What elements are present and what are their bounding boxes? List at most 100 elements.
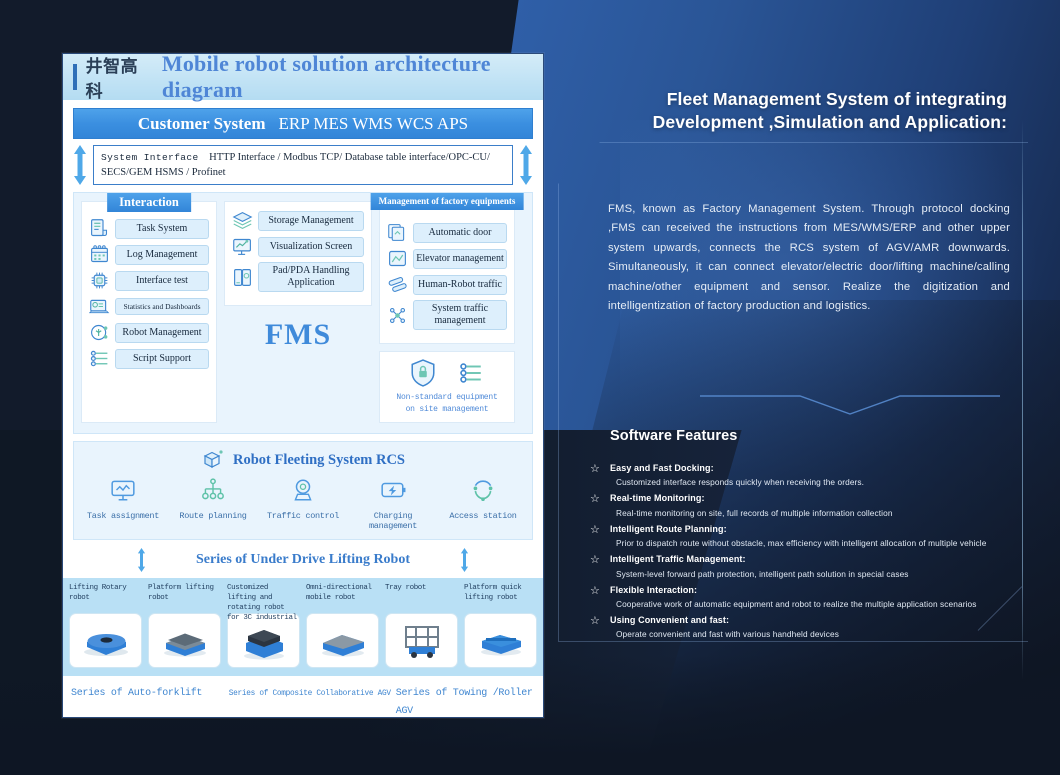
battery-charge-icon bbox=[381, 483, 406, 498]
feature-item: ☆ Easy and Fast Docking: Customized inte… bbox=[590, 462, 1050, 488]
customized-lifting-rotating-robot-photo bbox=[227, 613, 300, 669]
factory-item-automatic-door[interactable]: Automatic door bbox=[387, 222, 507, 243]
system-interface-box: System Interface HTTP Interface / Modbus… bbox=[93, 145, 513, 186]
nonstandard-equipment-box[interactable]: Non-standard equipment on site managemen… bbox=[379, 351, 515, 424]
factory-equipment-panel: Management of factory equipments Automat… bbox=[370, 193, 524, 345]
brand-name-cn: 井智高科 bbox=[85, 57, 139, 102]
interaction-label: Statistics and Dashboards bbox=[115, 298, 209, 316]
traffic-signal-icon bbox=[294, 479, 312, 501]
header-accent-bar bbox=[73, 64, 77, 90]
star-icon: ☆ bbox=[590, 523, 600, 536]
system-interface-row: System Interface HTTP Interface / Modbus… bbox=[73, 145, 533, 186]
document-icon bbox=[91, 219, 108, 237]
product-card[interactable]: Tray robot bbox=[385, 584, 458, 669]
factory-label: Human-Robot traffic bbox=[413, 274, 507, 295]
middle-label: Visualization Screen bbox=[258, 236, 364, 257]
screen-chart-icon bbox=[233, 239, 251, 256]
product-card[interactable]: Customized lifting and rotating robot fo… bbox=[227, 584, 300, 669]
rcs-title-row: Robot Fleeting System RCS bbox=[78, 448, 528, 472]
product-card[interactable]: Platform lifting robot bbox=[148, 584, 221, 669]
middle-label: Storage Management bbox=[258, 210, 364, 231]
factory-label: System traffic management bbox=[413, 300, 507, 331]
middle-item-pad-pda-handling[interactable]: Pad/PDA Handling Application bbox=[232, 262, 364, 293]
series-label: Series of Auto-forklift bbox=[71, 688, 203, 700]
feature-item: ☆ Intelligent Traffic Management: System… bbox=[590, 553, 1050, 579]
feature-heading: Flexible Interaction: bbox=[610, 584, 698, 595]
rcs-items: Task assignment Route planning Traffic c… bbox=[78, 477, 528, 531]
factory-item-elevator-management[interactable]: Elevator management bbox=[387, 248, 507, 269]
middle-item-visualization-screen[interactable]: Visualization Screen bbox=[232, 236, 364, 257]
product-caption: Lifting Rotary robot bbox=[69, 584, 127, 603]
double-arrow-left-icon bbox=[73, 145, 87, 186]
interaction-item-log-management[interactable]: Log Management bbox=[89, 244, 209, 265]
interaction-item-script-support[interactable]: Script Support bbox=[89, 348, 209, 369]
interaction-item-task-system[interactable]: Task System bbox=[89, 218, 209, 239]
product-card[interactable]: Lifting Rotary robot bbox=[69, 584, 142, 669]
interaction-label: Interface test bbox=[115, 270, 209, 291]
feature-item: ☆ Real-time Monitoring: Real-time monito… bbox=[590, 492, 1050, 518]
star-icon: ☆ bbox=[590, 493, 600, 506]
feature-heading: Using Convenient and fast: bbox=[610, 615, 730, 626]
station-ring-icon bbox=[473, 480, 493, 502]
factory-item-human-robot-traffic[interactable]: Human-Robot traffic bbox=[387, 274, 507, 295]
feature-description: Operate convenient and fast with various… bbox=[616, 629, 839, 640]
interaction-panel: Interaction Task System Log Management I… bbox=[81, 193, 217, 424]
platform-lifting-robot-photo bbox=[148, 613, 221, 669]
rcs-item-route-planning[interactable]: Route planning bbox=[168, 477, 258, 531]
interaction-item-interface-test[interactable]: Interface test bbox=[89, 270, 209, 291]
feature-description: System-level forward path protection, in… bbox=[616, 568, 909, 579]
middle-panel: Storage Management Visualization Screen … bbox=[224, 201, 372, 307]
cubes-icon bbox=[203, 450, 223, 469]
rcs-label: Access station bbox=[449, 511, 517, 522]
rcs-item-task-assignment[interactable]: Task assignment bbox=[78, 477, 168, 531]
sliders-icon bbox=[460, 363, 481, 384]
monitor-wave-icon bbox=[111, 481, 135, 501]
middle-item-storage-management[interactable]: Storage Management bbox=[232, 210, 364, 231]
rcs-item-traffic-control[interactable]: Traffic control bbox=[258, 477, 348, 531]
star-icon: ☆ bbox=[590, 584, 600, 597]
nonstandard-line1: Non-standard equipment bbox=[396, 393, 498, 403]
rcs-label: Traffic control bbox=[266, 511, 339, 522]
hierarchy-icon bbox=[202, 478, 224, 500]
customer-system-bar: Customer System ERP MES WMS WCS APS bbox=[73, 108, 533, 139]
layers-icon bbox=[232, 212, 253, 230]
rcs-item-charging-management[interactable]: Charging management bbox=[348, 477, 438, 531]
lifting-rotary-robot-photo bbox=[69, 613, 142, 669]
hand-gesture-icon bbox=[91, 325, 108, 341]
interaction-label: Log Management bbox=[115, 244, 209, 265]
rcs-label: Route planning bbox=[179, 511, 247, 522]
nonstandard-line2: on site management bbox=[405, 405, 489, 415]
right-content-panel: Fleet Management System of integrating D… bbox=[560, 0, 1060, 775]
interaction-item-statistics-dashboards[interactable]: Statistics and Dashboards bbox=[89, 296, 209, 317]
product-caption: Omni-directional mobile robot bbox=[306, 584, 372, 603]
factory-item-system-traffic-management[interactable]: System traffic management bbox=[387, 300, 507, 331]
interaction-label: Script Support bbox=[115, 348, 209, 369]
factory-panel-title: Management of factory equipments bbox=[370, 193, 524, 210]
double-arrow-right-icon bbox=[519, 145, 533, 186]
diagram-title: Mobile robot solution architecture diagr… bbox=[161, 53, 491, 102]
software-features-title: Software Features bbox=[610, 428, 738, 444]
product-caption: Tray robot bbox=[385, 584, 427, 593]
feature-description: Customized interface responds quickly wh… bbox=[616, 477, 865, 488]
interaction-label: Task System bbox=[115, 218, 209, 239]
products-row-1-strip: Lifting Rotary robot Platform lifting ro… bbox=[63, 578, 543, 677]
network-icon bbox=[389, 307, 406, 323]
product-caption: Customized lifting and rotating robot fo… bbox=[227, 584, 297, 622]
middle-column: Storage Management Visualization Screen … bbox=[224, 201, 372, 423]
product-card[interactable]: Platform quick lifting robot bbox=[464, 584, 537, 669]
star-icon: ☆ bbox=[590, 615, 600, 628]
system-interface-line1: HTTP Interface / Modbus TCP/ Database ta… bbox=[209, 152, 490, 163]
series-label: Series of Composite Collaborative AGV bbox=[228, 690, 391, 699]
tablet-icon bbox=[234, 268, 251, 286]
tray-robot-photo bbox=[385, 613, 458, 669]
interaction-item-robot-management[interactable]: Robot Management bbox=[89, 322, 209, 343]
architecture-diagram-card: 井智高科 Mobile robot solution architecture … bbox=[62, 53, 544, 718]
calendar-icon bbox=[91, 245, 108, 263]
fms-headline: Fleet Management System of integrating D… bbox=[652, 89, 1007, 133]
rcs-label: Charging management bbox=[368, 511, 417, 532]
nonstandard-icons bbox=[384, 359, 510, 388]
rcs-item-access-station[interactable]: Access station bbox=[438, 477, 528, 531]
monitor-icon bbox=[89, 300, 110, 314]
fms-wordmark: FMS bbox=[264, 318, 332, 352]
product-card[interactable]: Omni-directional mobile robot bbox=[306, 584, 379, 669]
